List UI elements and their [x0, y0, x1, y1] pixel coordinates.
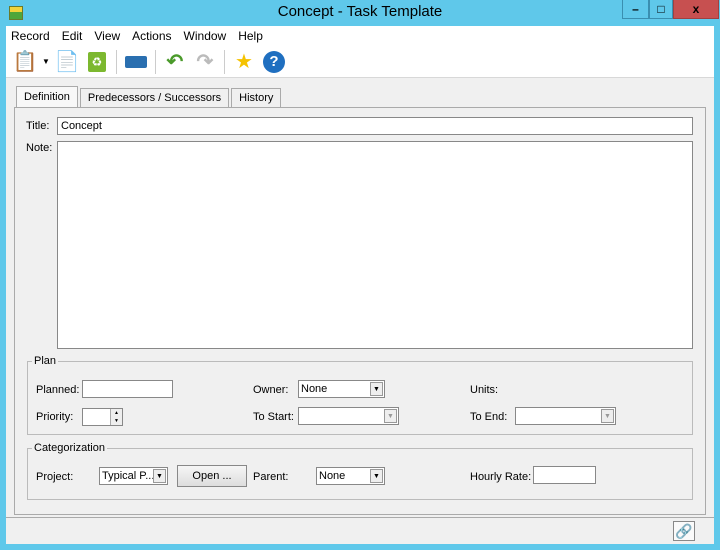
tab-predecessors-successors[interactable]: Predecessors / Successors — [79, 88, 230, 107]
title-input[interactable] — [57, 117, 693, 135]
project-select[interactable]: Typical P... ▼ — [99, 467, 168, 485]
toolbar-separator — [115, 49, 117, 74]
hourly-rate-label: Hourly Rate: — [470, 471, 532, 483]
new-record-icon[interactable]: 📋 — [12, 49, 38, 75]
menu-record[interactable]: Record — [11, 29, 50, 43]
chevron-down-icon: ▼ — [370, 469, 383, 483]
menu-help[interactable]: Help — [238, 29, 263, 43]
project-label: Project: — [36, 471, 74, 483]
chevron-down-icon: ▼ — [370, 382, 383, 396]
planned-label: Planned: — [36, 384, 80, 396]
parent-label: Parent: — [253, 471, 289, 483]
hourly-rate-input[interactable] — [533, 466, 596, 484]
parent-value: None — [319, 470, 346, 482]
units-label: Units: — [470, 384, 499, 396]
toolbar: 📋 ▼ 📄 ♻ ↶ ↷ ★ ? — [6, 46, 714, 78]
link-icon[interactable]: 🔗 — [673, 521, 695, 541]
dropdown-arrow-icon[interactable]: ▼ — [42, 57, 50, 66]
window-title: Concept - Task Template — [277, 3, 443, 20]
minimize-button[interactable]: – — [622, 0, 649, 19]
star-icon[interactable]: ★ — [231, 49, 257, 75]
parent-select[interactable]: None ▼ — [316, 467, 385, 485]
title-label: Title: — [26, 120, 50, 132]
print-icon[interactable] — [123, 49, 149, 75]
toolbar-separator — [223, 49, 225, 74]
close-button[interactable]: x — [673, 0, 719, 19]
toolbar-separator — [154, 49, 156, 74]
to-start-label: To Start: — [253, 411, 294, 423]
owner-value: None — [301, 383, 328, 395]
status-bar — [6, 517, 714, 544]
menu-view[interactable]: View — [94, 29, 120, 43]
owner-select[interactable]: None ▼ — [298, 380, 385, 398]
priority-label: Priority: — [36, 411, 74, 423]
to-end-label: To End: — [470, 411, 508, 423]
to-end-select[interactable]: ▼ — [515, 407, 616, 425]
tab-bar: Definition Predecessors / Successors His… — [16, 86, 283, 107]
chevron-down-icon: ▼ — [153, 469, 166, 483]
maximize-button[interactable]: □ — [649, 0, 673, 19]
note-label: Note: — [26, 142, 53, 154]
owner-label: Owner: — [253, 384, 289, 396]
menu-actions[interactable]: Actions — [132, 29, 171, 43]
help-icon[interactable]: ? — [261, 49, 287, 75]
tab-history[interactable]: History — [231, 88, 282, 107]
open-button[interactable]: Open ... — [177, 465, 247, 487]
chevron-down-icon: ▼ — [601, 409, 614, 423]
copy-add-icon[interactable]: 📄 — [54, 49, 80, 75]
redo-icon[interactable]: ↷ — [192, 49, 218, 75]
categorization-legend: Categorization — [34, 442, 105, 454]
priority-stepper[interactable]: ▲ ▼ — [82, 408, 123, 426]
menu-bar: Record Edit View Actions Window Help — [6, 26, 714, 46]
undo-icon[interactable]: ↶ — [162, 49, 188, 75]
menu-window[interactable]: Window — [184, 29, 227, 43]
to-start-select[interactable]: ▼ — [298, 407, 399, 425]
chevron-down-icon: ▼ — [384, 409, 397, 423]
tab-definition[interactable]: Definition — [16, 86, 78, 107]
project-value: Typical P... — [102, 470, 155, 482]
plan-legend: Plan — [34, 355, 57, 367]
recycle-bin-icon[interactable]: ♻ — [84, 49, 110, 75]
planned-input[interactable] — [82, 380, 173, 398]
menu-edit[interactable]: Edit — [62, 29, 83, 43]
note-textarea[interactable] — [57, 141, 693, 349]
